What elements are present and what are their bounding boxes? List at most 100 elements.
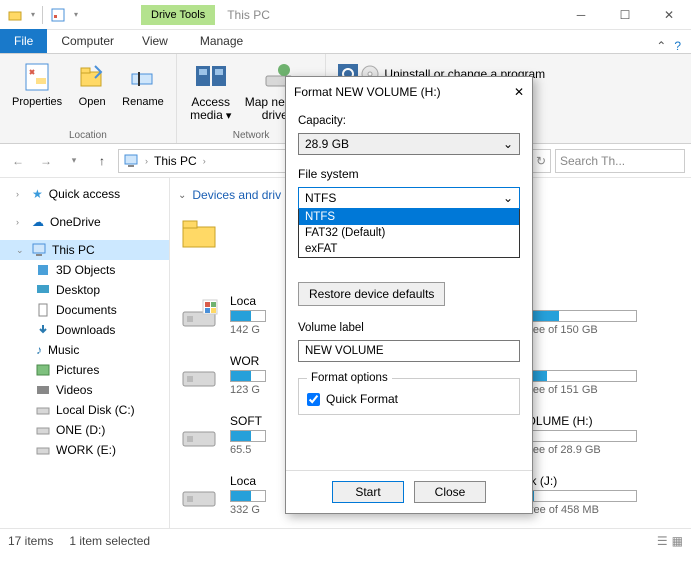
drive-name: Loca — [230, 474, 266, 488]
nav-desktop[interactable]: Desktop — [0, 280, 169, 300]
nav-work-e[interactable]: WORK (E:) — [0, 440, 169, 460]
refresh-icon[interactable]: ↻ — [536, 154, 546, 168]
restore-defaults-button[interactable]: Restore device defaults — [298, 282, 445, 306]
quick-format-input[interactable] — [307, 393, 320, 406]
chevron-right-icon: › — [203, 156, 206, 166]
status-bar: 17 items 1 item selected ☰ ▦ — [0, 528, 691, 552]
fs-option-ntfs[interactable]: NTFS — [299, 209, 519, 225]
maximize-button[interactable]: ☐ — [603, 0, 647, 30]
app-icon[interactable] — [4, 4, 26, 26]
titlebar: ▾ ▾ Drive Tools This PC ─ ☐ ✕ — [0, 0, 691, 30]
recent-locations-button[interactable]: ▾ — [62, 149, 86, 173]
dialog-title: Format NEW VOLUME (H:) — [294, 85, 441, 99]
nav-documents[interactable]: Documents — [0, 300, 169, 320]
drive-tile[interactable]: Loca 142 G — [178, 294, 301, 336]
properties-label: Properties — [12, 96, 62, 108]
forward-button[interactable]: → — [34, 149, 58, 173]
address-path: This PC — [154, 154, 197, 168]
details-view-icon[interactable]: ☰ — [657, 534, 668, 548]
capacity-select[interactable]: 28.9 GB⌄ — [298, 133, 520, 155]
volume-label-input[interactable] — [298, 340, 520, 362]
contextual-tab-label: Drive Tools — [141, 5, 215, 25]
minimize-button[interactable]: ─ — [559, 0, 603, 30]
large-icons-view-icon[interactable]: ▦ — [672, 534, 683, 548]
drive-tile[interactable]: l Disk (J:)MB free of 458 MB — [507, 474, 683, 516]
nav-onedrive[interactable]: ›☁OneDrive — [0, 212, 169, 232]
rename-label: Rename — [122, 96, 164, 108]
filesystem-label: File system — [298, 167, 520, 181]
chevron-down-icon: ⌄ — [503, 137, 513, 151]
close-button[interactable]: ✕ — [647, 0, 691, 30]
view-tab[interactable]: View — [128, 29, 182, 53]
nav-3d-objects[interactable]: 3D Objects — [0, 260, 169, 280]
nav-local-disk-c[interactable]: Local Disk (C:) — [0, 400, 169, 420]
properties-icon[interactable] — [47, 4, 69, 26]
manage-tab[interactable]: Manage — [186, 29, 257, 53]
chevron-down-icon: ⌄ — [503, 191, 513, 205]
help-area: ⌃ ? — [656, 39, 691, 53]
nav-music[interactable]: ♪Music — [0, 340, 169, 360]
drive-name: SOFT — [230, 414, 266, 428]
ribbon-tabs: File Computer View Manage ⌃ ? — [0, 30, 691, 54]
drive-name: Loca — [230, 294, 266, 308]
drive-sub: 332 G — [230, 504, 266, 516]
filesystem-dropdown: NTFS FAT32 (Default) exFAT — [298, 209, 520, 258]
up-button[interactable]: ↑ — [90, 149, 114, 173]
qat-dropdown-icon[interactable]: ▾ — [71, 4, 81, 26]
ribbon-group-location: Properties Open Rename Location — [0, 54, 177, 143]
drive-sub: 142 G — [230, 324, 266, 336]
quick-format-checkbox[interactable]: Quick Format — [307, 392, 511, 406]
status-item-count: 17 items — [8, 534, 53, 548]
collapse-ribbon-icon[interactable]: ⌃ — [656, 39, 666, 53]
status-selected-count: 1 item selected — [69, 534, 150, 548]
nav-one-d[interactable]: ONE (D:) — [0, 420, 169, 440]
dialog-close-icon[interactable]: ✕ — [514, 85, 524, 99]
drive-tile[interactable]: (F:)GB free of 151 GB — [507, 354, 683, 396]
dialog-titlebar[interactable]: Format NEW VOLUME (H:) ✕ — [286, 77, 532, 107]
quick-access-toolbar: ▾ ▾ — [0, 4, 81, 26]
fs-option-fat32[interactable]: FAT32 (Default) — [299, 225, 519, 241]
format-dialog: Format NEW VOLUME (H:) ✕ Capacity: 28.9 … — [285, 76, 533, 514]
drive-sub: 123 G — [230, 384, 266, 396]
format-options-group: Format options Quick Format — [298, 372, 520, 415]
search-placeholder: Search Th... — [560, 154, 625, 168]
format-options-label: Format options — [307, 372, 392, 384]
group-label-location: Location — [6, 128, 170, 141]
drive-tile[interactable]: WOR 123 G — [178, 354, 301, 396]
drive-tile[interactable]: Loca 332 G — [178, 474, 301, 516]
drive-tile[interactable]: V VOLUME (H:)GB free of 28.9 GB — [507, 414, 683, 456]
this-pc-icon — [123, 153, 139, 169]
fs-option-exfat[interactable]: exFAT — [299, 241, 519, 257]
filesystem-select[interactable]: NTFS⌄ — [298, 187, 520, 209]
back-button[interactable]: ← — [6, 149, 30, 173]
dialog-footer: Start Close — [286, 470, 532, 513]
nav-this-pc[interactable]: ⌄This PC — [0, 240, 169, 260]
nav-quick-access[interactable]: ›★Quick access — [0, 184, 169, 204]
help-icon[interactable]: ? — [674, 39, 681, 53]
search-box[interactable]: Search Th... — [555, 149, 685, 173]
nav-videos[interactable]: Videos — [0, 380, 169, 400]
volume-label-label: Volume label — [298, 322, 520, 334]
window-title: This PC — [227, 8, 270, 22]
capacity-label: Capacity: — [298, 115, 520, 127]
open-button[interactable]: Open — [68, 58, 116, 128]
rename-button[interactable]: Rename — [116, 58, 170, 128]
access-media-label: Access media ▾ — [190, 96, 231, 122]
drive-tile[interactable]: (D:)GB free of 150 GB — [507, 294, 683, 336]
file-tab[interactable]: File — [0, 29, 47, 53]
window-controls: ─ ☐ ✕ — [559, 0, 691, 30]
drive-tile[interactable]: SOFT 65.5 — [178, 414, 301, 456]
properties-button[interactable]: Properties — [6, 58, 68, 128]
nav-pictures[interactable]: Pictures — [0, 360, 169, 380]
drive-sub: 65.5 — [230, 444, 266, 456]
navigation-pane[interactable]: ›★Quick access ›☁OneDrive ⌄This PC 3D Ob… — [0, 178, 170, 528]
qat-dropdown-icon[interactable]: ▾ — [28, 4, 38, 26]
chevron-right-icon: › — [145, 156, 148, 166]
drive-name: WOR — [230, 354, 266, 368]
open-label: Open — [79, 96, 106, 108]
access-media-button[interactable]: Access media ▾ — [183, 58, 239, 128]
nav-downloads[interactable]: Downloads — [0, 320, 169, 340]
close-button[interactable]: Close — [414, 481, 486, 503]
computer-tab[interactable]: Computer — [47, 29, 128, 53]
start-button[interactable]: Start — [332, 481, 404, 503]
